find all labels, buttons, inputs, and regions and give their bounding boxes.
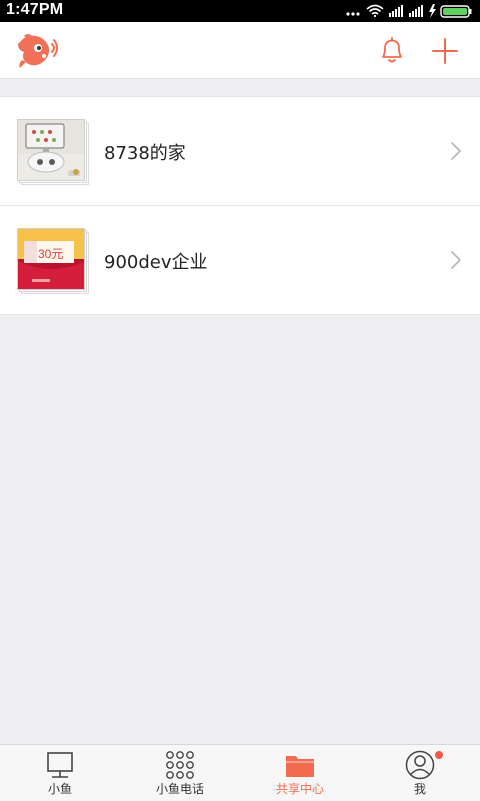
battery-icon: [440, 5, 472, 18]
tab-label: 小鱼电话: [155, 782, 204, 796]
shared-device-list: 8738的家 30元 900dev企业: [0, 96, 480, 315]
status-bar: 1:47PM: [0, 0, 480, 22]
status-time: 1:47PM: [6, 1, 64, 18]
coupon-amount: 30元: [38, 247, 63, 261]
signal-icon-2: [409, 5, 423, 17]
chevron-right-icon: [451, 251, 461, 269]
tab-xiaoyu[interactable]: 小鱼: [0, 745, 120, 801]
add-icon[interactable]: [429, 35, 461, 67]
red-envelope-image: 30元: [17, 228, 85, 290]
home-thumbnail: [17, 119, 91, 187]
tab-xiaoyu-phone[interactable]: 小鱼电话: [120, 745, 240, 801]
tab-me[interactable]: 我: [360, 745, 480, 801]
list-item[interactable]: 30元 900dev企业: [0, 206, 480, 315]
tab-label: 小鱼: [47, 782, 72, 796]
status-icons: [346, 3, 474, 19]
chevron-right-icon: [451, 142, 461, 160]
enterprise-thumbnail: 30元: [17, 228, 91, 296]
dialpad-icon: [166, 751, 194, 779]
bell-icon[interactable]: [376, 34, 408, 66]
notification-badge: [435, 751, 443, 759]
folder-icon: [286, 756, 314, 777]
wifi-icon: [366, 4, 384, 18]
signal-icon: [389, 5, 403, 17]
user-icon: [405, 750, 435, 780]
tab-label: 共享中心: [275, 782, 324, 796]
charging-icon: [429, 4, 436, 18]
home-device-image: [17, 119, 85, 181]
tab-label: 我: [413, 782, 426, 796]
tab-share-center[interactable]: 共享中心: [240, 745, 360, 801]
list-item[interactable]: 8738的家: [0, 97, 480, 206]
monitor-icon: [47, 752, 73, 778]
bottom-nav: 小鱼 小鱼电话 共享中心 我: [0, 744, 480, 801]
top-bar: [0, 22, 480, 79]
more-dots-icon: [346, 12, 360, 16]
list-item-label: 8738的家: [104, 143, 186, 164]
fish-logo-icon[interactable]: [16, 30, 60, 70]
list-item-label: 900dev企业: [104, 252, 208, 273]
